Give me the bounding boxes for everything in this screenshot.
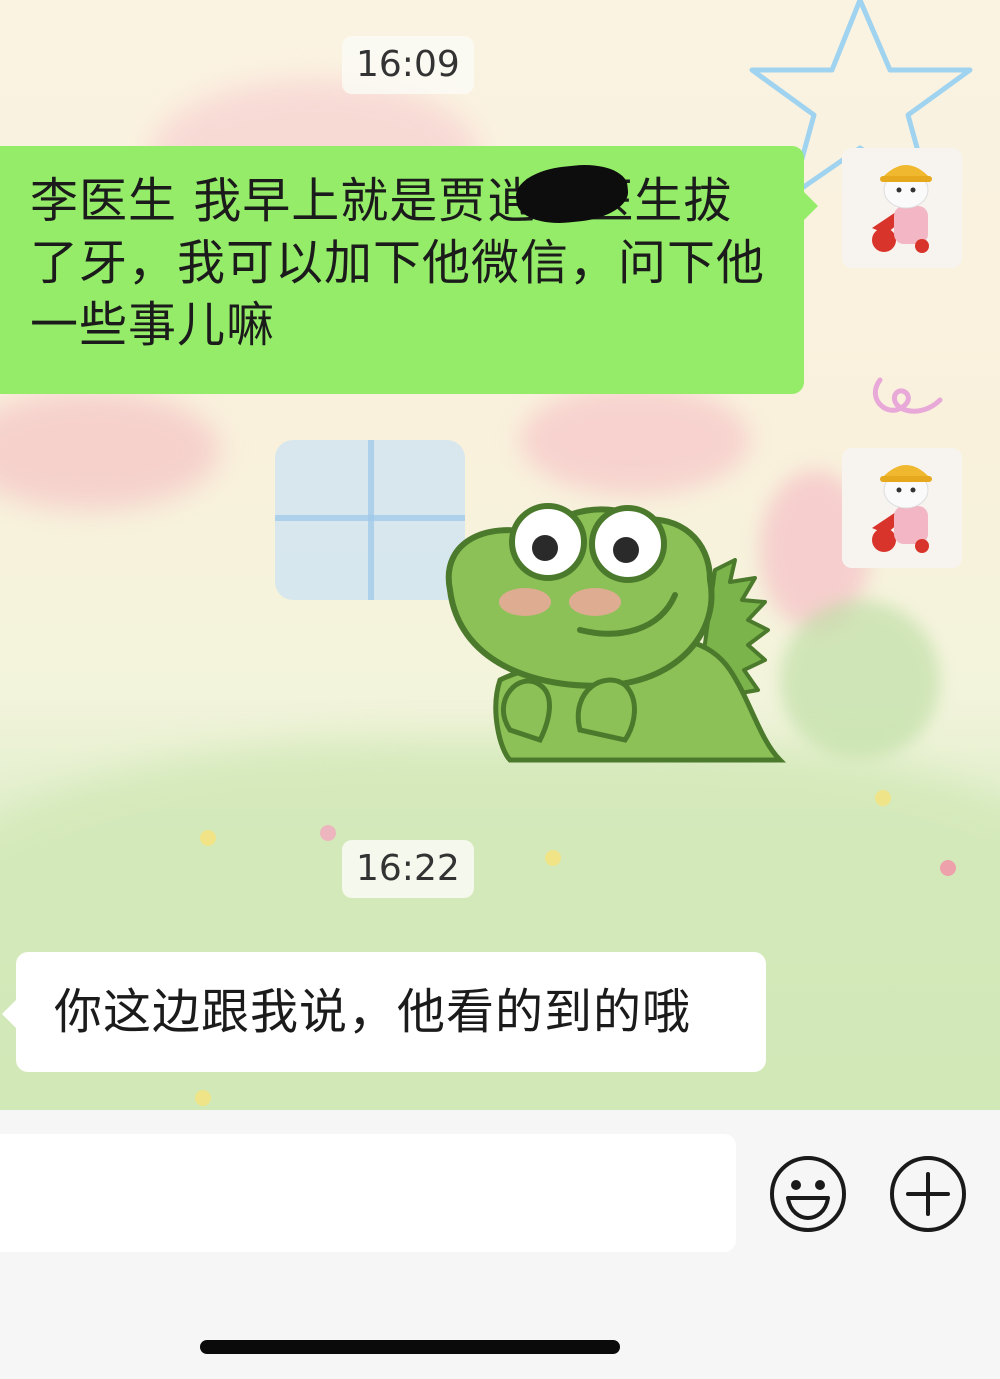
wallpaper-bush: [780, 600, 940, 760]
cat-with-hat-on-scooter-avatar-icon: [842, 448, 962, 568]
received-message-bubble[interactable]: 你这边跟我说，他看的到的哦: [2, 952, 766, 1072]
wallpaper-flower-dot: [875, 790, 891, 806]
plus-icon: [890, 1156, 966, 1232]
cat-with-hat-on-scooter-avatar-icon: [842, 148, 962, 268]
wallpaper-flower-dot: [940, 860, 956, 876]
emoji-button[interactable]: [768, 1154, 848, 1234]
wallpaper-pink-blob: [520, 385, 750, 495]
message-timestamp: 16:09: [342, 36, 474, 94]
dinosaur-sticker-icon: [445, 503, 787, 763]
blushing-green-dinosaur-sticker[interactable]: [430, 480, 790, 770]
self-avatar[interactable]: [842, 148, 962, 268]
wallpaper-flower-dot: [195, 1090, 211, 1106]
sent-message-bubble[interactable]: 李医生 我早上就是贾逍 医生拔了牙，我可以加下他微信，问下他一些事儿嘛: [0, 146, 818, 394]
home-indicator[interactable]: [200, 1340, 620, 1354]
wallpaper-flower-dot: [545, 850, 561, 866]
wallpaper-flower-dot: [320, 825, 336, 841]
self-avatar[interactable]: [842, 448, 962, 568]
more-functions-button[interactable]: [888, 1154, 968, 1234]
received-message-text: 你这边跟我说，他看的到的哦: [54, 984, 692, 1040]
emoji-icon: [770, 1156, 846, 1232]
message-timestamp: 16:22: [342, 840, 474, 898]
wallpaper-pink-blob: [0, 390, 220, 510]
wallpaper-swirl-icon: [872, 377, 943, 414]
message-input[interactable]: [0, 1134, 736, 1252]
sent-message-text: 李医生 我早上就是贾逍 医生拔了牙，我可以加下他微信，问下他一些事儿嘛: [30, 173, 766, 353]
wallpaper-flower-dot: [200, 830, 216, 846]
